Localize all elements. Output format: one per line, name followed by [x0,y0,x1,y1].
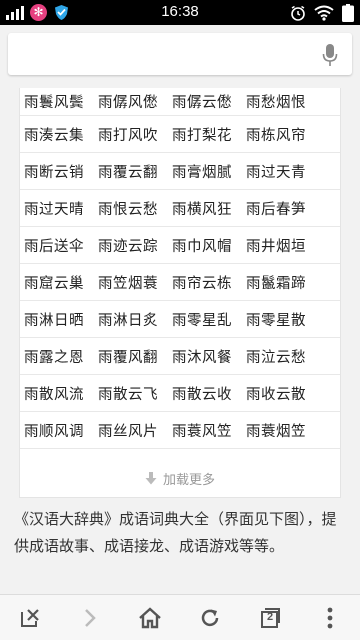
idiom-link[interactable]: 雨鬣霜蹄 [246,272,320,293]
idiom-link[interactable]: 雨迹云踪 [98,235,172,256]
idiom-link[interactable]: 雨顺风调 [24,420,98,441]
idiom-link[interactable]: 雨断云销 [24,161,98,182]
search-input[interactable] [8,33,352,75]
description-text: 《汉语大辞典》成语词典大全（界面见下图），提供成语故事、成语接龙、成语游戏等等。 [14,510,337,555]
idiom-link[interactable]: 雨打风吹 [98,124,172,145]
arrow-down-icon [145,472,157,485]
tab-count: 2 [266,610,274,623]
battery-icon [342,4,354,22]
idiom-link[interactable]: 雨收云散 [246,383,320,404]
table-row: 雨断云销 雨覆云翻 雨膏烟腻 雨过天青 [20,153,340,190]
idiom-link[interactable]: 雨散云飞 [98,383,172,404]
microphone-icon[interactable] [322,43,338,67]
idiom-link[interactable]: 雨淋日炙 [98,309,172,330]
idiom-link[interactable]: 雨零星乱 [172,309,246,330]
table-row: 雨散风流 雨散云飞 雨散云收 雨收云散 [20,375,340,412]
idiom-link[interactable]: 雨丝风片 [98,420,172,441]
wifi-icon [314,5,334,21]
idiom-link[interactable]: 雨蓑烟笠 [246,420,320,441]
idiom-link[interactable]: 雨鬟风鬓 [24,91,98,112]
table-row: 雨湊云集 雨打风吹 雨打梨花 雨栋风帘 [20,116,340,153]
idiom-link[interactable]: 雨蓑风笠 [172,420,246,441]
table-row: 雨露之恩 雨覆风翻 雨沐风餐 雨泣云愁 [20,338,340,375]
load-more-label: 加载更多 [162,473,215,488]
idiom-link[interactable]: 雨后送伞 [24,235,98,256]
close-page-button[interactable] [10,598,50,638]
idiom-link[interactable]: 雨湊云集 [24,124,98,145]
tabs-button[interactable]: 2 [250,598,290,638]
idiom-link[interactable]: 雨愁烟恨 [246,91,320,112]
idiom-link[interactable]: 雨泣云愁 [246,346,320,367]
home-button[interactable] [130,598,170,638]
idiom-link[interactable]: 雨零星散 [246,309,320,330]
idiom-list: 雨鬟风鬓 雨僝风僽 雨僝云僽 雨愁烟恨 雨湊云集 雨打风吹 雨打梨花 雨栋风帘 … [19,88,341,460]
table-row: 雨淋日晒 雨淋日炙 雨零星乱 雨零星散 [20,301,340,338]
idiom-link[interactable]: 雨过天青 [246,161,320,182]
idiom-link[interactable]: 雨散云收 [172,383,246,404]
idiom-link[interactable]: 雨帘云栋 [172,272,246,293]
idiom-link[interactable]: 雨覆风翻 [98,346,172,367]
idiom-link[interactable]: 雨笠烟蓑 [98,272,172,293]
idiom-link[interactable]: 雨窟云巢 [24,272,98,293]
forward-button[interactable] [70,598,110,638]
refresh-button[interactable] [190,598,230,638]
idiom-link[interactable]: 雨淋日晒 [24,309,98,330]
idiom-link[interactable]: 雨僝云僽 [172,91,246,112]
table-row: 雨过天晴 雨恨云愁 雨横风狂 雨后春笋 [20,190,340,227]
idiom-link[interactable]: 雨散风流 [24,383,98,404]
idiom-link[interactable]: 雨覆云翻 [98,161,172,182]
load-more-button[interactable]: 加载更多 [19,460,341,498]
table-row: 雨鬟风鬓 雨僝风僽 雨僝云僽 雨愁烟恨 [20,88,340,116]
idiom-link[interactable]: 雨沐风餐 [172,346,246,367]
chevron-right-icon [85,608,96,627]
idiom-link[interactable]: 雨井烟垣 [246,235,320,256]
idiom-link[interactable]: 雨打梨花 [172,124,246,145]
idiom-link[interactable]: 雨露之恩 [24,346,98,367]
idiom-link[interactable]: 雨恨云愁 [98,198,172,219]
idiom-link[interactable]: 雨僝风僽 [98,91,172,112]
close-page-icon [21,608,39,627]
alarm-icon [291,5,305,21]
idiom-link[interactable]: 雨膏烟腻 [172,161,246,182]
bottom-nav: 2 [0,594,360,640]
refresh-icon [201,609,219,626]
idiom-link[interactable]: 雨过天晴 [24,198,98,219]
table-row: 雨后送伞 雨迹云踪 雨巾风帽 雨井烟垣 [20,227,340,264]
idiom-link[interactable]: 雨后春笋 [246,198,320,219]
menu-button[interactable] [310,598,350,638]
table-row: 雨窟云巢 雨笠烟蓑 雨帘云栋 雨鬣霜蹄 [20,264,340,301]
idiom-link[interactable]: 雨巾风帽 [172,235,246,256]
idiom-link[interactable]: 雨栋风帘 [246,124,320,145]
more-vertical-icon [327,607,333,628]
search-header [0,25,360,83]
table-row: 雨顺风调 雨丝风片 雨蓑风笠 雨蓑烟笠 [20,412,340,449]
status-bar: ✻ 16:38 [0,0,360,25]
idiom-link[interactable]: 雨横风狂 [172,198,246,219]
home-icon [139,606,161,628]
